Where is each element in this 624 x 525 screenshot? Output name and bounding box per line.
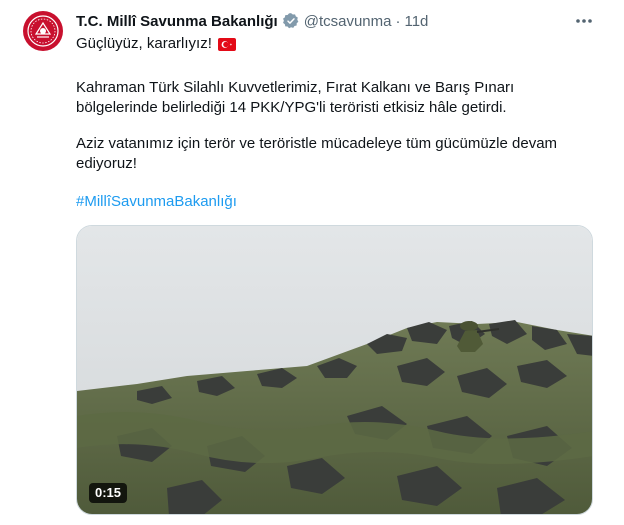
timestamp[interactable]: 11d (404, 13, 428, 30)
more-options-icon[interactable] (574, 11, 594, 31)
author-name[interactable]: T.C. Millî Savunma Bakanlığı (76, 13, 278, 30)
tweet-card[interactable]: T.C. Millî Savunma Bakanlığı @tcsavunma … (0, 0, 624, 525)
paragraph2-line2: ediyoruz! (76, 155, 137, 172)
video-duration-badge: 0:15 (89, 483, 128, 503)
video-player[interactable]: 0:15 (76, 225, 593, 515)
paragraph2-line1: Aziz vatanımız için terör ve teröristle … (76, 135, 558, 152)
hashtag-link[interactable]: #MillîSavunmaBakanlığı (76, 192, 596, 212)
tweet-paragraph-2: Aziz vatanımız için terör ve teröristle … (76, 134, 596, 174)
tweet-opening: Güçlüyüz, kararlıyız! (76, 35, 212, 52)
ministry-emblem-icon (27, 15, 59, 47)
tweet-text-line1: Güçlüyüz, kararlıyız! (76, 34, 596, 54)
paragraph1-line1: Kahraman Türk Silahlı Kuvvetlerimiz, Fır… (76, 79, 515, 96)
separator-dot: · (395, 12, 401, 30)
avatar[interactable] (23, 11, 63, 51)
tweet-paragraph-1: Kahraman Türk Silahlı Kuvvetlerimiz, Fır… (76, 78, 596, 118)
verified-badge-icon (282, 12, 300, 30)
paragraph1-line2: bölgelerinde belirlediği 14 PKK/YPG'li t… (76, 99, 507, 116)
author-handle[interactable]: @tcsavunma (304, 13, 392, 30)
turkey-flag-emoji (217, 37, 236, 51)
video-thumbnail (77, 226, 592, 514)
tweet-header: T.C. Millî Savunma Bakanlığı @tcsavunma … (76, 11, 428, 31)
